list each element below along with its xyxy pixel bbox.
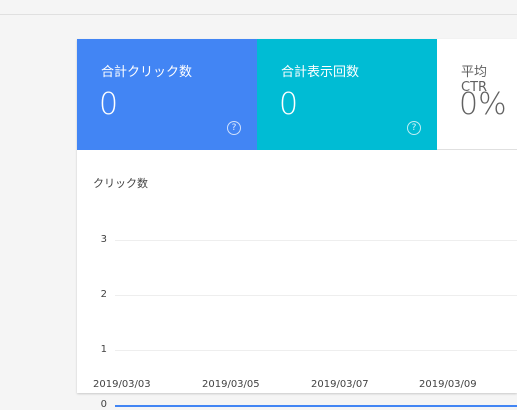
y-axis-title: クリック数 [93,177,148,190]
metric-label: 合計クリック数 [101,65,193,80]
series-line-clicks [115,405,517,407]
metric-value: 0% [459,87,507,122]
y-tick-1: 1 [100,344,107,355]
y-tick-2: 2 [100,289,107,300]
x-tick: 2019/03/09 [419,379,477,390]
metric-value: 0 [99,87,119,122]
help-icon[interactable]: ? [227,121,241,135]
x-tick: 2019/03/05 [202,379,260,390]
y-tick-3: 3 [100,234,107,245]
clicks-chart: クリック数 3 2 1 0 2019/03/03 2019/03/05 2019… [77,150,517,410]
gridline-3 [115,240,517,241]
gridline-2 [115,295,517,296]
metric-total-impressions[interactable]: 合計表示回数 0 ? [257,39,437,150]
gridline-1 [115,350,517,351]
metric-total-clicks[interactable]: 合計クリック数 0 ? [77,39,257,150]
metric-value: 0 [279,87,299,122]
x-tick: 2019/03/07 [311,379,369,390]
performance-card: 合計クリック数 0 ? 合計表示回数 0 ? 平均 CTR 0% クリック数 3… [77,39,517,410]
top-bar [0,0,517,15]
x-tick: 2019/03/03 [93,379,151,390]
y-tick-0: 0 [100,399,107,410]
metric-label: 合計表示回数 [281,65,360,80]
metric-average-ctr[interactable]: 平均 CTR 0% [437,39,517,150]
help-icon[interactable]: ? [407,121,421,135]
